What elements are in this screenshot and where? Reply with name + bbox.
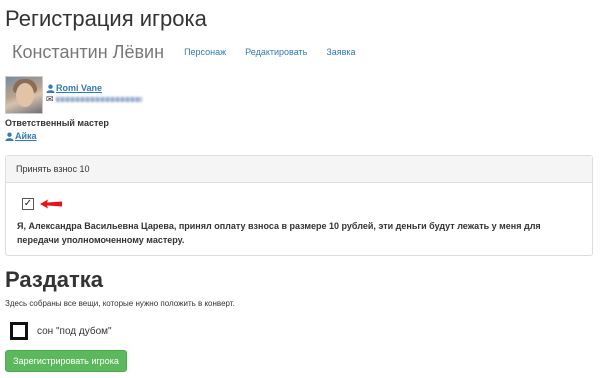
nav-link-application[interactable]: Заявка [326, 47, 355, 57]
email-redacted [55, 97, 142, 102]
player-name: Константин Лёвин [12, 41, 165, 62]
nav-link-edit[interactable]: Редактировать [245, 47, 307, 57]
distribution-title: Раздатка [5, 267, 104, 292]
user-profile-link[interactable]: Romi Vane [46, 83, 142, 94]
avatar-face [16, 83, 34, 107]
nav-link-character[interactable]: Персонаж [184, 47, 226, 57]
fee-checkbox-row: ✓ [22, 197, 581, 211]
page-title: Регистрация игрока [5, 6, 207, 31]
email-row: ✉ [46, 95, 142, 104]
user-info: Romi Vane ✉ [46, 83, 142, 104]
envelope-icon: ✉ [46, 94, 54, 104]
fee-panel: Принять взнос 10 ✓ Я, Александра Василье… [5, 155, 593, 256]
responsible-master-label: Ответственный мастер [5, 118, 109, 128]
player-header: Константин Лёвин Персонаж Редактировать … [12, 40, 375, 64]
list-item: сон "под дубом" [10, 322, 112, 340]
master-name: Айка [15, 131, 37, 141]
register-player-button[interactable]: Зарегистрировать игрока [5, 350, 127, 372]
fee-panel-heading: Принять взнос 10 [6, 156, 592, 183]
item-label: сон "под дубом" [37, 325, 112, 337]
fee-consent-text: Я, Александра Васильевна Царева, принял … [17, 221, 541, 245]
distribution-description: Здесь собраны все вещи, которые нужно по… [5, 299, 235, 308]
item-checkbox[interactable] [10, 322, 28, 340]
arrow-icon [40, 199, 62, 209]
user-icon [46, 84, 55, 93]
master-profile-link[interactable]: Айка [5, 131, 37, 141]
fee-panel-body: ✓ Я, Александра Васильевна Царева, приня… [6, 183, 592, 261]
user-icon [5, 132, 14, 141]
user-name: Romi Vane [56, 83, 103, 93]
fee-accept-checkbox[interactable]: ✓ [22, 198, 34, 210]
avatar [5, 76, 43, 114]
